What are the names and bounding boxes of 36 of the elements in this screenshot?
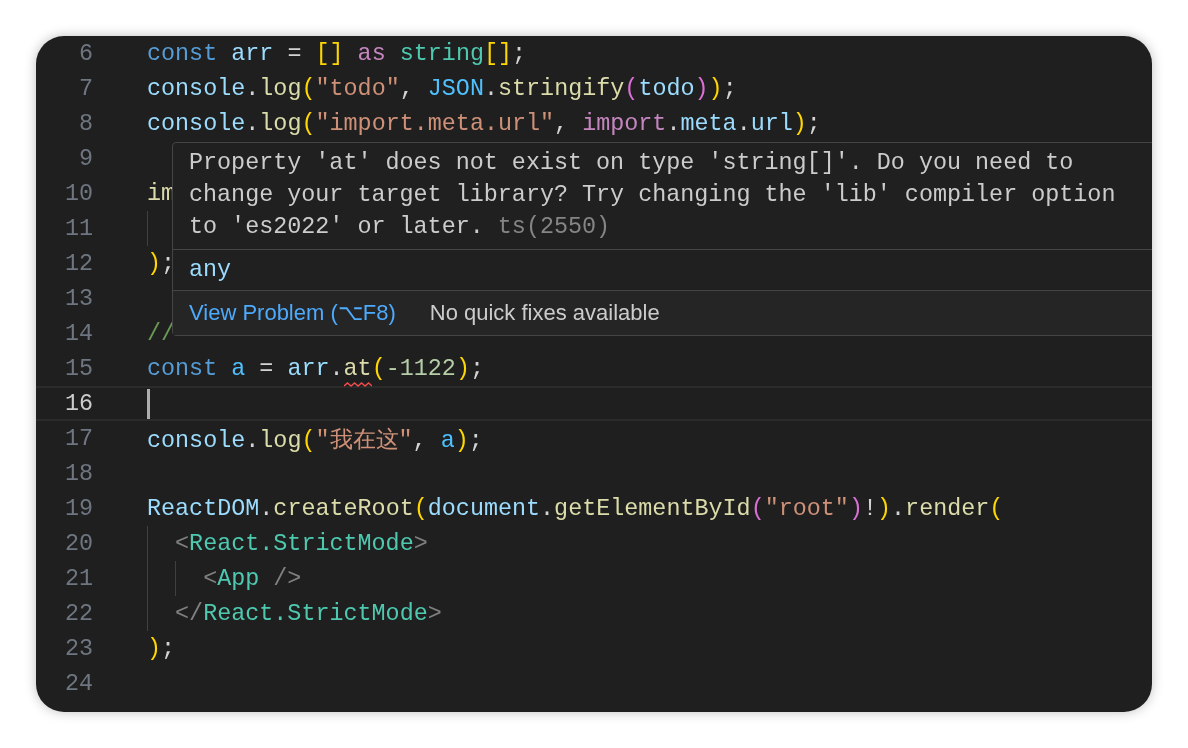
line-number: 19 xyxy=(63,495,93,522)
line-number: 12 xyxy=(63,250,93,277)
line-number: 18 xyxy=(63,460,93,487)
type-text: any xyxy=(189,257,232,283)
code-line: ReactDOM.createRoot(document.getElementById("root")!).render( xyxy=(147,495,1004,522)
line-number: 16 xyxy=(63,390,93,417)
code-line: console.log("import.meta.url", import.meta.url); xyxy=(147,110,821,137)
quick-fix-note: No quick fixes available xyxy=(429,300,660,326)
line-number: 23 xyxy=(63,635,93,662)
code-line: </React.StrictMode> xyxy=(175,600,442,627)
code-line: ); xyxy=(147,250,176,277)
code-line: // xyxy=(147,320,176,347)
code-line: const arr = [] as string[]; xyxy=(147,40,527,67)
line-number: 15 xyxy=(63,355,93,382)
line-number: 8 xyxy=(77,110,93,137)
code-line: console.log("我在这", a); xyxy=(147,426,483,455)
error-message: Property 'at' does not exist on type 'string[]'. Do you need to change your target library? Try changing the 'lib' compiler option to 'es2022' or later. ts(2550) xyxy=(173,143,1152,250)
line-number: 17 xyxy=(63,425,93,452)
line-number: 13 xyxy=(63,285,93,312)
line-number: 22 xyxy=(63,600,93,627)
code-line: const a = arr.at(-1122); xyxy=(147,355,484,382)
code-line: ); xyxy=(147,635,176,662)
line-number: 7 xyxy=(77,75,93,102)
text-cursor xyxy=(147,388,150,419)
code-line: <React.StrictMode> xyxy=(175,530,428,557)
code-line: <App /> xyxy=(203,565,302,592)
line-number: 14 xyxy=(63,320,93,347)
line-number: 11 xyxy=(63,215,93,242)
line-number: 6 xyxy=(77,40,93,67)
line-number: 21 xyxy=(63,565,93,592)
line-number: 20 xyxy=(63,530,93,557)
line-number: 9 xyxy=(77,145,93,172)
line-number: 24 xyxy=(63,670,93,697)
view-problem-link[interactable]: View Problem (⌥F8) xyxy=(189,300,396,326)
code-line: console.log("todo", JSON.stringify(todo)); xyxy=(147,75,737,102)
line-number: 10 xyxy=(63,180,93,207)
